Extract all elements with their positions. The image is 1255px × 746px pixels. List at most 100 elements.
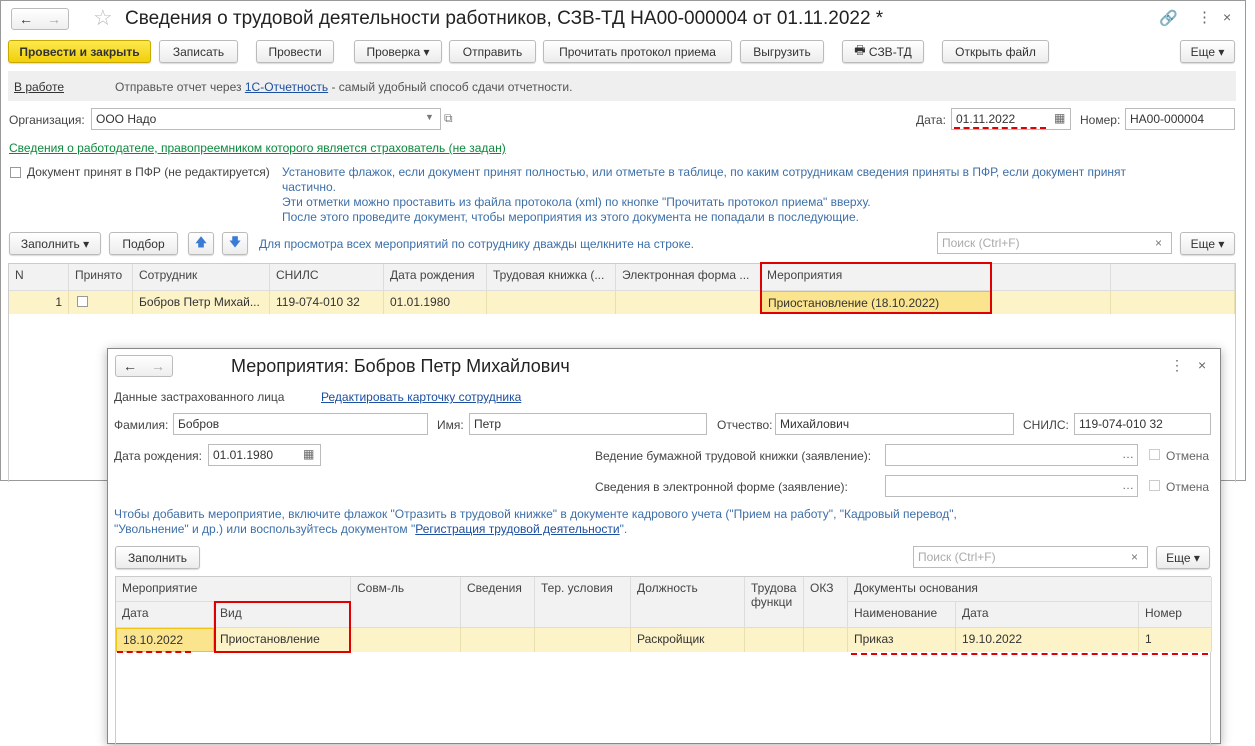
cell-blank (991, 291, 1111, 314)
table-more-button[interactable]: Еще ▾ (1180, 232, 1235, 255)
favorite-star-icon[interactable]: ☆ (93, 5, 113, 31)
edit-employee-link[interactable]: Редактировать карточку сотрудника (321, 390, 521, 404)
col-event-group: Мероприятие (116, 577, 351, 602)
save-button[interactable]: Записать (159, 40, 238, 63)
calendar-icon[interactable]: ▦ (1054, 111, 1065, 125)
col-combo[interactable]: Совм-ль (351, 577, 461, 628)
clear-search-icon[interactable]: × (1155, 236, 1162, 250)
dialog-search-input[interactable]: Поиск (Ctrl+F) (913, 546, 1148, 568)
col-terr[interactable]: Тер. условия (535, 577, 631, 628)
cell-info (461, 628, 535, 652)
check-dropdown-button[interactable]: Проверка ▾ (354, 40, 442, 63)
col-book[interactable]: Трудовая книжка (... (487, 264, 616, 291)
date-underline (117, 651, 191, 653)
forward-button[interactable]: → (40, 9, 68, 29)
move-down-button[interactable]: 🡇 (222, 232, 248, 255)
col-okz[interactable]: ОКЗ (804, 577, 848, 628)
open-icon[interactable]: ⧉ (444, 111, 453, 126)
status-link[interactable]: В работе (14, 80, 64, 94)
events-highlight-box (760, 262, 992, 314)
open-file-button[interactable]: Открыть файл (942, 40, 1049, 63)
nav-buttons: ← → (11, 8, 69, 30)
dialog-hint-line-1: Чтобы добавить мероприятие, включите фла… (114, 507, 957, 521)
col-doc-name[interactable]: Наименование (848, 602, 956, 628)
paper-book-input[interactable] (885, 444, 1138, 466)
cell-snils: 119-074-010 32 (270, 291, 384, 314)
hint-line-1b: частично. (282, 180, 337, 194)
print-szv-td-button[interactable]: 🖶 СЗВ-ТД (842, 40, 924, 63)
select-button[interactable]: Подбор (109, 232, 178, 255)
eform-select-icon[interactable]: … (1122, 478, 1134, 492)
cell-position: Раскройщик (631, 628, 745, 652)
registration-link[interactable]: Регистрация трудовой деятельности (415, 522, 619, 536)
col-position[interactable]: Должность (631, 577, 745, 628)
col-eform[interactable]: Электронная форма ... (616, 264, 761, 291)
search-input[interactable]: Поиск (Ctrl+F) (937, 232, 1172, 254)
dialog-hint-line-2: "Увольнение" и др.) или воспользуйтесь д… (114, 522, 627, 536)
col-employee[interactable]: Сотрудник (133, 264, 270, 291)
dropdown-icon[interactable]: ▼ (425, 112, 434, 122)
col-n[interactable]: N (9, 264, 69, 291)
col-snils[interactable]: СНИЛС (270, 264, 384, 291)
cell-birth: 01.01.1980 (384, 291, 487, 314)
row-accepted-checkbox[interactable] (77, 296, 88, 307)
reporting-link[interactable]: 1С-Отчетность (245, 80, 328, 94)
cell-employee: Бобров Петр Михай... (133, 291, 270, 314)
dialog-fill-button[interactable]: Заполнить (115, 546, 200, 569)
read-protocol-button[interactable]: Прочитать протокол приема (543, 40, 732, 63)
paper-book-select-icon[interactable]: … (1122, 447, 1134, 461)
send-button[interactable]: Отправить (449, 40, 536, 63)
hint-line-3: После этого проведите документ, чтобы ме… (282, 210, 859, 224)
col-doc-date[interactable]: Дата (956, 602, 1139, 628)
snils-input[interactable]: 119-074-010 32 (1074, 413, 1211, 435)
number-input[interactable]: НА00-000004 (1125, 108, 1235, 130)
eform-cancel-checkbox[interactable] (1149, 480, 1160, 491)
dialog-back-button[interactable]: ← (116, 356, 144, 376)
name-input[interactable]: Петр (469, 413, 707, 435)
surname-label: Фамилия: (114, 418, 169, 432)
cell-date[interactable]: 18.10.2022 (116, 628, 214, 652)
back-button[interactable]: ← (12, 9, 40, 29)
dialog-more-icon[interactable]: ⋮ (1170, 357, 1184, 374)
dialog-clear-search-icon[interactable]: × (1131, 550, 1138, 564)
link-icon[interactable]: 🔗 (1159, 9, 1178, 27)
more-menu-icon[interactable]: ⋮ (1197, 8, 1212, 26)
surname-input[interactable]: Бобров (173, 413, 428, 435)
col-function[interactable]: Трудова функци (745, 577, 804, 628)
eform-label: Сведения в электронной форме (заявление)… (595, 480, 848, 494)
birth-calendar-icon[interactable]: ▦ (303, 447, 314, 461)
dialog-forward-button[interactable]: → (144, 356, 172, 376)
accepted-label: Документ принят в ПФР (не редактируется) (27, 165, 270, 179)
table-hint: Для просмотра всех мероприятий по сотруд… (259, 237, 694, 251)
upload-button[interactable]: Выгрузить (740, 40, 824, 63)
post-and-close-button[interactable]: Провести и закрыть (8, 40, 151, 63)
dialog-close-icon[interactable]: × (1198, 357, 1206, 373)
employer-link[interactable]: Сведения о работодателе, правопреемником… (9, 141, 506, 155)
print-label: СЗВ-ТД (868, 44, 912, 59)
col-info[interactable]: Сведения (461, 577, 535, 628)
paper-book-label: Ведение бумажной трудовой книжки (заявле… (595, 449, 872, 463)
accepted-checkbox[interactable] (10, 167, 21, 178)
dialog-more-button[interactable]: Еще ▾ (1156, 546, 1210, 569)
date-label: Дата: (916, 113, 946, 127)
number-label: Номер: (1080, 113, 1121, 127)
org-input[interactable]: ООО Надо (91, 108, 441, 130)
move-up-button[interactable]: 🡅 (188, 232, 214, 255)
eform-input[interactable] (885, 475, 1138, 497)
post-button[interactable]: Провести (256, 40, 334, 63)
close-icon[interactable]: × (1223, 9, 1231, 25)
more-button[interactable]: Еще ▾ (1180, 40, 1235, 63)
fill-button[interactable]: Заполнить ▾ (9, 232, 101, 255)
col-accepted[interactable]: Принято (69, 264, 133, 291)
patronymic-input[interactable]: Михайлович (775, 413, 1014, 435)
date-highlight (954, 127, 1046, 129)
cell-n: 1 (9, 291, 69, 314)
paper-cancel-checkbox[interactable] (1149, 449, 1160, 460)
patronymic-label: Отчество: (717, 418, 773, 432)
col-date[interactable]: Дата (116, 602, 214, 628)
docs-underline (851, 653, 1208, 655)
col-doc-num[interactable]: Номер (1139, 602, 1212, 628)
dialog-title: Мероприятия: Бобров Петр Михайлович (231, 356, 570, 376)
col-birth[interactable]: Дата рождения (384, 264, 487, 291)
window-title: Сведения о трудовой деятельности работни… (125, 8, 884, 29)
